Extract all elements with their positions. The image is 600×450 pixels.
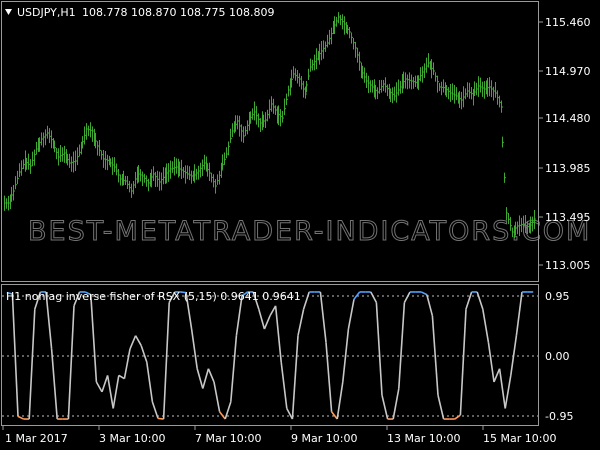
indicator-segment bbox=[157, 417, 164, 420]
price-tick-label: 114.970 bbox=[545, 65, 591, 78]
trading-chart[interactable]: BEST-METATRADER-INDICATORS.COM USDJPY,H1… bbox=[0, 0, 600, 450]
time-tick-label: 13 Mar 10:00 bbox=[387, 432, 460, 445]
price-tick-label: 114.480 bbox=[545, 112, 591, 125]
watermark-text: BEST-METATRADER-INDICATORS.COM bbox=[28, 216, 591, 247]
price-tick-label: 113.495 bbox=[545, 211, 591, 224]
time-tick-label: 1 Mar 2017 bbox=[5, 432, 68, 445]
time-tick-label: 9 Mar 10:00 bbox=[291, 432, 357, 445]
indicator-level-label: 0.95 bbox=[545, 290, 570, 303]
indicator-level-label: -0.95 bbox=[545, 410, 573, 423]
time-tick-label: 7 Mar 10:00 bbox=[195, 432, 261, 445]
price-tick-label: 113.985 bbox=[545, 162, 591, 175]
symbol-header: USDJPY,H1 108.778 108.870 108.775 108.80… bbox=[5, 6, 274, 19]
symbol-title: USDJPY,H1 bbox=[17, 6, 76, 19]
ohlc-values: 108.778 108.870 108.775 108.809 bbox=[82, 6, 274, 19]
indicator-title: H1 nonlag inverse fisher of RSX (5,15) 0… bbox=[6, 290, 301, 303]
time-tick-label: 3 Mar 10:00 bbox=[99, 432, 165, 445]
indicator-level-label: 0.00 bbox=[545, 350, 570, 363]
price-tick-label: 115.460 bbox=[545, 16, 591, 29]
price-tick-label: 113.005 bbox=[545, 259, 591, 272]
time-tick-label: 15 Mar 10:00 bbox=[483, 432, 556, 445]
